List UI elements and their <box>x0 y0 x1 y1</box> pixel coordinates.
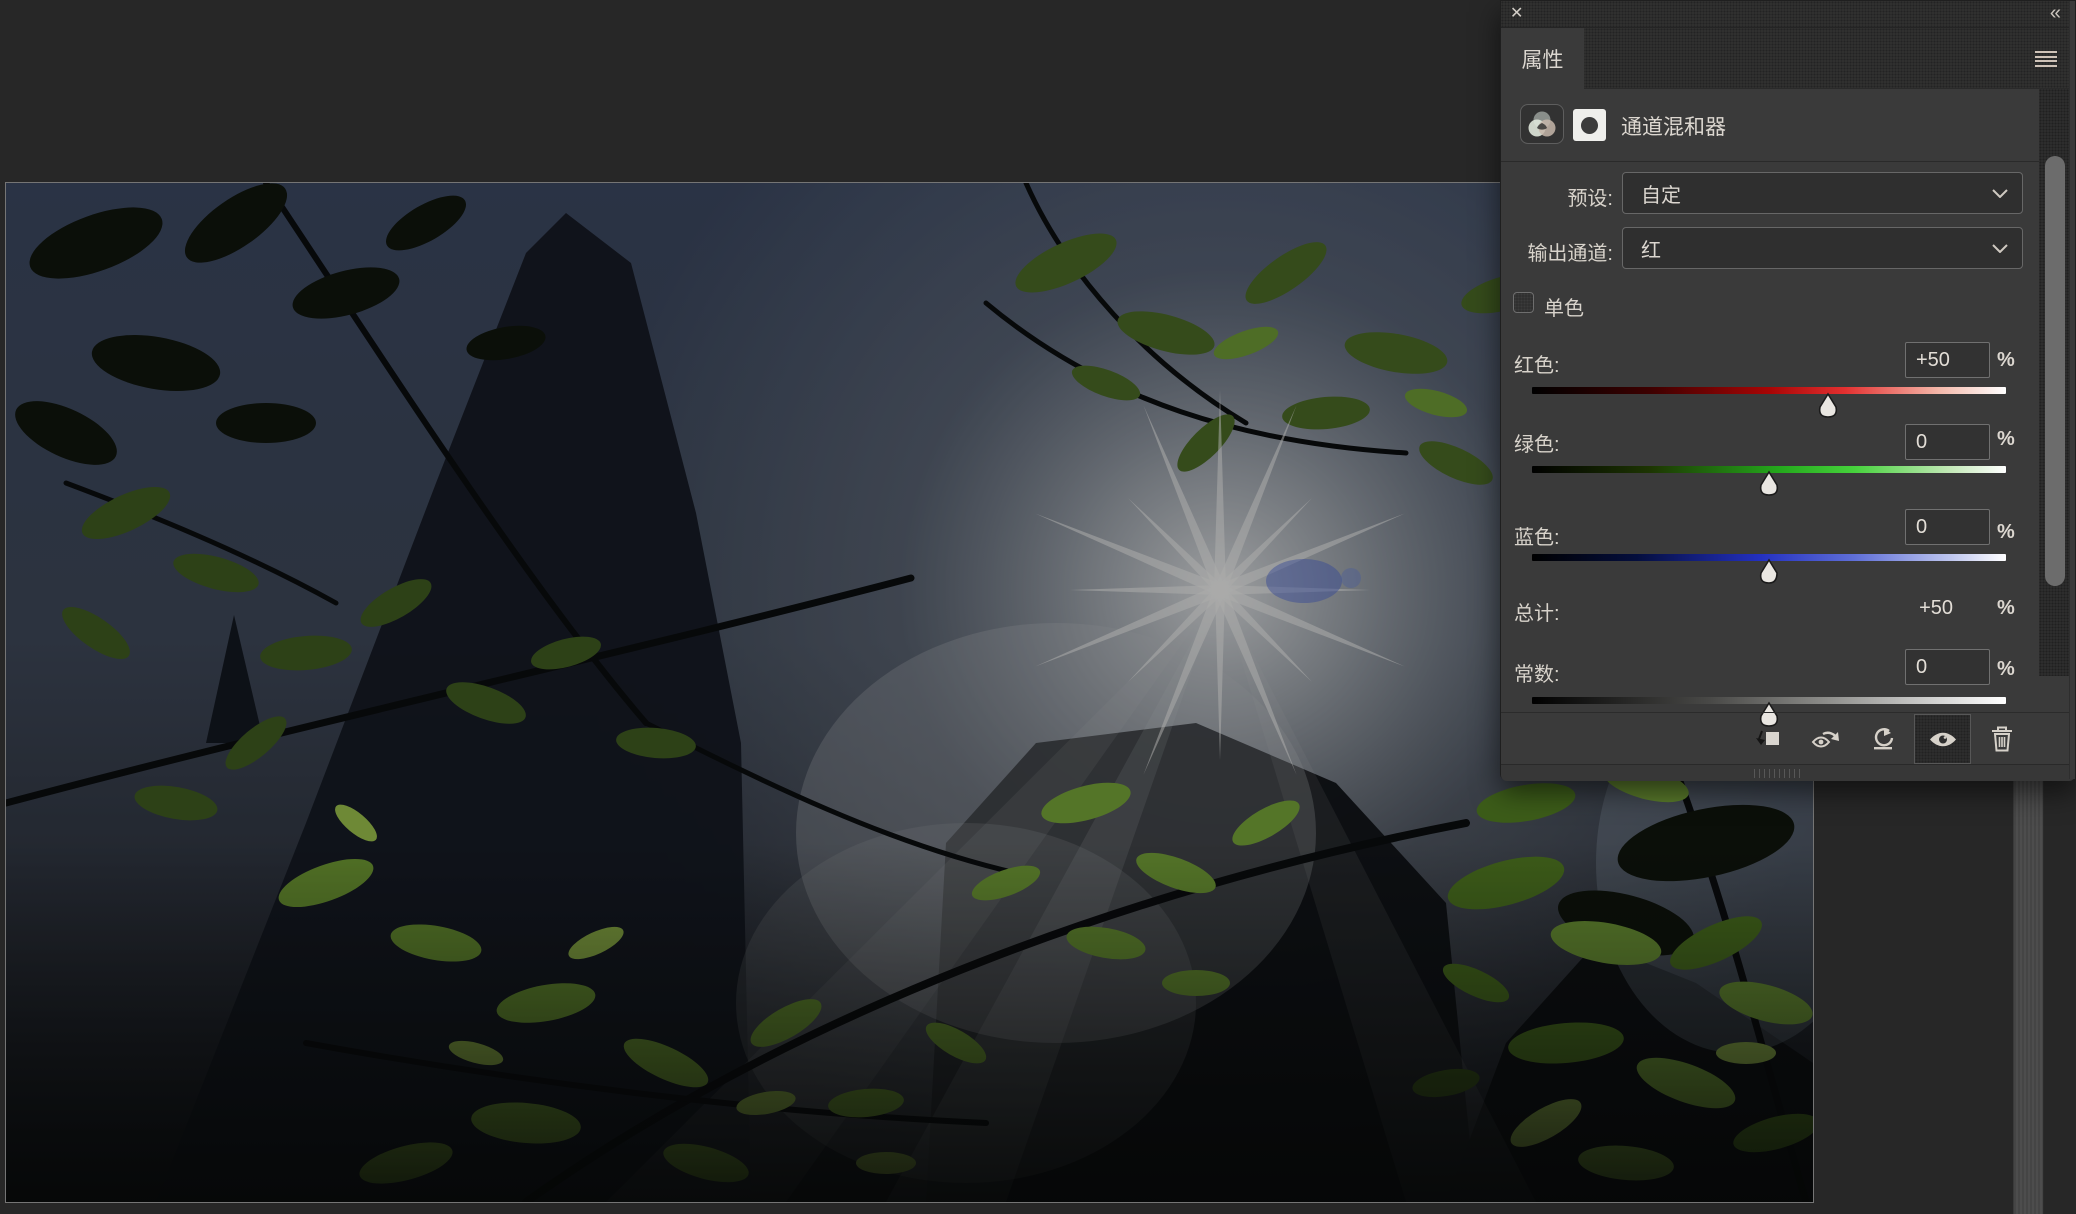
output-channel-value: 红 <box>1641 234 1661 263</box>
green-unit: % <box>1997 428 2015 451</box>
collapsed-dock-strip <box>2013 780 2044 1214</box>
delete-adjustment-button[interactable] <box>1987 713 2017 765</box>
output-channel-select[interactable]: 红 <box>1622 227 2023 269</box>
layer-mask-thumbnail[interactable] <box>1573 109 1606 141</box>
red-slider-track[interactable] <box>1532 387 2006 394</box>
panel-right-edge <box>2069 1 2075 779</box>
monochrome-label: 单色 <box>1544 292 1584 321</box>
venn-circles-icon <box>1527 110 1557 138</box>
collapse-panels-icon[interactable]: « <box>2050 1 2059 25</box>
view-previous-state-button[interactable] <box>1804 713 1848 765</box>
adjustment-title: 通道混和器 <box>1621 111 1726 141</box>
green-slider-thumb[interactable] <box>1756 470 1782 497</box>
toggle-visibility-button[interactable] <box>1914 714 1971 764</box>
clip-to-layer-button[interactable] <box>1747 713 1787 765</box>
preset-label: 预设: <box>1501 182 1613 211</box>
preset-select[interactable]: 自定 <box>1622 172 2023 214</box>
panel-bottom-bar <box>1501 764 2075 781</box>
eye-history-icon <box>1811 727 1841 751</box>
panel-scrollbar-track <box>2039 89 2071 676</box>
red-unit: % <box>1997 349 2015 372</box>
panel-tabbar: 属性 <box>1501 28 2075 89</box>
chevron-down-icon <box>1992 189 2008 198</box>
properties-panel: ✕ « 属性 通道混和器 预设: 自定 <box>1500 0 2076 780</box>
red-slider-thumb[interactable] <box>1815 392 1841 419</box>
panel-toolbar <box>1501 712 2075 764</box>
panel-resize-grip[interactable] <box>1754 769 1800 778</box>
divider <box>1501 161 2075 162</box>
trash-icon <box>1991 726 2013 752</box>
blue-value-input[interactable]: 0 <box>1905 509 1990 545</box>
channel-mixer-icon[interactable] <box>1520 104 1564 144</box>
constant-label: 常数: <box>1514 658 1560 687</box>
green-slider-label: 绿色: <box>1514 428 1560 457</box>
blue-slider-label: 蓝色: <box>1514 521 1560 550</box>
red-value-input[interactable]: +50 <box>1905 342 1990 378</box>
blue-slider-thumb[interactable] <box>1756 558 1782 585</box>
panel-menu-icon[interactable] <box>2035 51 2057 67</box>
blue-unit: % <box>1997 521 2015 544</box>
panel-titlebar: ✕ « <box>1501 1 2075 28</box>
reset-button[interactable] <box>1864 713 1902 765</box>
close-icon[interactable]: ✕ <box>1510 4 1523 24</box>
tab-properties[interactable]: 属性 <box>1501 28 1584 90</box>
output-channel-label: 输出通道: <box>1501 237 1613 266</box>
panel-body: 通道混和器 预设: 自定 输出通道: 红 单色 红色: <box>1501 89 2075 781</box>
red-slider-label: 红色: <box>1514 349 1560 378</box>
preset-value: 自定 <box>1641 179 1681 208</box>
monochrome-checkbox[interactable] <box>1513 292 1534 313</box>
photoshop-window: ✕ « 属性 通道混和器 预设: 自定 <box>0 0 2076 1214</box>
constant-unit: % <box>1997 658 2015 681</box>
green-value-input[interactable]: 0 <box>1905 424 1990 460</box>
panel-scrollbar-thumb[interactable] <box>2045 156 2065 586</box>
total-unit: % <box>1997 597 2015 620</box>
constant-value-input[interactable]: 0 <box>1905 649 1990 685</box>
clip-to-layer-icon <box>1754 730 1780 748</box>
total-value: +50 <box>1841 597 1953 620</box>
mask-circle <box>1581 117 1598 134</box>
total-label: 总计: <box>1514 597 1560 626</box>
chevron-down-icon <box>1992 244 2008 253</box>
eye-icon <box>1929 730 1957 749</box>
reset-icon <box>1871 727 1895 751</box>
